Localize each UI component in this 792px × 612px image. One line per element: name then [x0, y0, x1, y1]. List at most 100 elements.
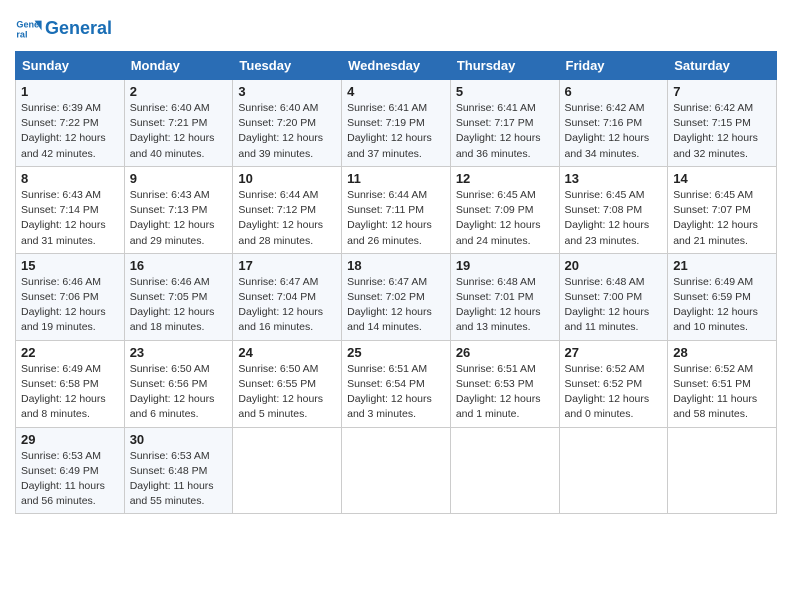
calendar-cell: 21 Sunrise: 6:49 AM Sunset: 6:59 PM Dayli… [668, 253, 777, 340]
calendar-cell: 16 Sunrise: 6:46 AM Sunset: 7:05 PM Dayli… [124, 253, 233, 340]
day-info: Sunrise: 6:39 AM Sunset: 7:22 PM Dayligh… [21, 101, 119, 162]
day-number: 1 [21, 84, 119, 99]
calendar-cell: 26 Sunrise: 6:51 AM Sunset: 6:53 PM Dayli… [450, 340, 559, 427]
calendar-cell: 4 Sunrise: 6:41 AM Sunset: 7:19 PM Daylig… [342, 80, 451, 167]
calendar-cell: 20 Sunrise: 6:48 AM Sunset: 7:00 PM Dayli… [559, 253, 668, 340]
calendar-cell: 24Sunrise: 6:50 AM Sunset: 6:55 PM Dayli… [233, 340, 342, 427]
calendar-cell: 13Sunrise: 6:45 AM Sunset: 7:08 PM Dayli… [559, 166, 668, 253]
day-info: Sunrise: 6:47 AM Sunset: 7:04 PM Dayligh… [238, 275, 336, 336]
logo-icon: Gene ral [15, 15, 43, 43]
day-info: Sunrise: 6:48 AM Sunset: 7:00 PM Dayligh… [565, 275, 663, 336]
day-info: Sunrise: 6:46 AM Sunset: 7:05 PM Dayligh… [130, 275, 228, 336]
calendar-cell: 23Sunrise: 6:50 AM Sunset: 6:56 PM Dayli… [124, 340, 233, 427]
calendar-cell [233, 427, 342, 514]
calendar-week-row: 8Sunrise: 6:43 AM Sunset: 7:14 PM Daylig… [16, 166, 777, 253]
day-info: Sunrise: 6:47 AM Sunset: 7:02 PM Dayligh… [347, 275, 445, 336]
weekday-row: SundayMondayTuesdayWednesdayThursdayFrid… [16, 52, 777, 80]
weekday-header: Friday [559, 52, 668, 80]
day-number: 4 [347, 84, 445, 99]
day-info: Sunrise: 6:40 AM Sunset: 7:21 PM Dayligh… [130, 101, 228, 162]
day-number: 5 [456, 84, 554, 99]
day-number: 3 [238, 84, 336, 99]
day-info: Sunrise: 6:49 AM Sunset: 6:59 PM Dayligh… [673, 275, 771, 336]
day-info: Sunrise: 6:42 AM Sunset: 7:15 PM Dayligh… [673, 101, 771, 162]
day-number: 12 [456, 171, 554, 186]
day-info: Sunrise: 6:45 AM Sunset: 7:09 PM Dayligh… [456, 188, 554, 249]
calendar-cell: 18 Sunrise: 6:47 AM Sunset: 7:02 PM Dayli… [342, 253, 451, 340]
day-number: 28 [673, 345, 771, 360]
calendar-cell: 27Sunrise: 6:52 AM Sunset: 6:52 PM Dayli… [559, 340, 668, 427]
day-number: 2 [130, 84, 228, 99]
weekday-header: Saturday [668, 52, 777, 80]
calendar-cell: 15Sunrise: 6:46 AM Sunset: 7:06 PM Dayli… [16, 253, 125, 340]
calendar-cell: 2 Sunrise: 6:40 AM Sunset: 7:21 PM Daylig… [124, 80, 233, 167]
calendar-week-row: 15Sunrise: 6:46 AM Sunset: 7:06 PM Dayli… [16, 253, 777, 340]
day-info: Sunrise: 6:45 AM Sunset: 7:08 PM Dayligh… [565, 188, 663, 249]
day-number: 26 [456, 345, 554, 360]
page-header: Gene ral General [15, 10, 777, 43]
calendar-cell: 29 Sunrise: 6:53 AM Sunset: 6:49 PM Dayli… [16, 427, 125, 514]
day-info: Sunrise: 6:43 AM Sunset: 7:14 PM Dayligh… [21, 188, 119, 249]
calendar-cell: 19Sunrise: 6:48 AM Sunset: 7:01 PM Dayli… [450, 253, 559, 340]
calendar-cell: 11 Sunrise: 6:44 AM Sunset: 7:11 PM Dayli… [342, 166, 451, 253]
day-number: 9 [130, 171, 228, 186]
day-number: 16 [130, 258, 228, 273]
logo: Gene ral General [15, 15, 112, 43]
calendar-cell: 17 Sunrise: 6:47 AM Sunset: 7:04 PM Dayli… [233, 253, 342, 340]
calendar-week-row: 1 Sunrise: 6:39 AM Sunset: 7:22 PM Daylig… [16, 80, 777, 167]
svg-text:ral: ral [16, 29, 27, 39]
day-number: 20 [565, 258, 663, 273]
day-number: 11 [347, 171, 445, 186]
calendar-cell: 1 Sunrise: 6:39 AM Sunset: 7:22 PM Daylig… [16, 80, 125, 167]
day-info: Sunrise: 6:45 AM Sunset: 7:07 PM Dayligh… [673, 188, 771, 249]
day-number: 19 [456, 258, 554, 273]
day-info: Sunrise: 6:52 AM Sunset: 6:51 PM Dayligh… [673, 362, 771, 423]
calendar-body: 1 Sunrise: 6:39 AM Sunset: 7:22 PM Daylig… [16, 80, 777, 514]
day-number: 6 [565, 84, 663, 99]
day-info: Sunrise: 6:41 AM Sunset: 7:19 PM Dayligh… [347, 101, 445, 162]
day-number: 18 [347, 258, 445, 273]
day-number: 25 [347, 345, 445, 360]
day-number: 27 [565, 345, 663, 360]
calendar-cell [559, 427, 668, 514]
day-info: Sunrise: 6:44 AM Sunset: 7:11 PM Dayligh… [347, 188, 445, 249]
day-info: Sunrise: 6:53 AM Sunset: 6:48 PM Dayligh… [130, 449, 228, 510]
day-info: Sunrise: 6:53 AM Sunset: 6:49 PM Dayligh… [21, 449, 119, 510]
calendar-cell: 12 Sunrise: 6:45 AM Sunset: 7:09 PM Dayli… [450, 166, 559, 253]
calendar-cell [342, 427, 451, 514]
day-number: 17 [238, 258, 336, 273]
calendar-cell: 22 Sunrise: 6:49 AM Sunset: 6:58 PM Dayli… [16, 340, 125, 427]
calendar-cell: 9 Sunrise: 6:43 AM Sunset: 7:13 PM Daylig… [124, 166, 233, 253]
day-number: 29 [21, 432, 119, 447]
day-number: 14 [673, 171, 771, 186]
logo-text-general: General [45, 18, 112, 38]
calendar-cell: 30 Sunrise: 6:53 AM Sunset: 6:48 PM Dayli… [124, 427, 233, 514]
calendar-cell: 3 Sunrise: 6:40 AM Sunset: 7:20 PM Daylig… [233, 80, 342, 167]
day-info: Sunrise: 6:50 AM Sunset: 6:55 PM Dayligh… [238, 362, 336, 423]
day-info: Sunrise: 6:51 AM Sunset: 6:54 PM Dayligh… [347, 362, 445, 423]
calendar-header: SundayMondayTuesdayWednesdayThursdayFrid… [16, 52, 777, 80]
day-info: Sunrise: 6:50 AM Sunset: 6:56 PM Dayligh… [130, 362, 228, 423]
day-info: Sunrise: 6:43 AM Sunset: 7:13 PM Dayligh… [130, 188, 228, 249]
weekday-header: Monday [124, 52, 233, 80]
calendar-cell [668, 427, 777, 514]
day-number: 10 [238, 171, 336, 186]
weekday-header: Sunday [16, 52, 125, 80]
weekday-header: Tuesday [233, 52, 342, 80]
calendar-cell: 14 Sunrise: 6:45 AM Sunset: 7:07 PM Dayli… [668, 166, 777, 253]
day-info: Sunrise: 6:41 AM Sunset: 7:17 PM Dayligh… [456, 101, 554, 162]
calendar-table: SundayMondayTuesdayWednesdayThursdayFrid… [15, 51, 777, 514]
calendar-cell: 7Sunrise: 6:42 AM Sunset: 7:15 PM Daylig… [668, 80, 777, 167]
day-number: 21 [673, 258, 771, 273]
day-info: Sunrise: 6:49 AM Sunset: 6:58 PM Dayligh… [21, 362, 119, 423]
day-number: 30 [130, 432, 228, 447]
calendar-cell: 6Sunrise: 6:42 AM Sunset: 7:16 PM Daylig… [559, 80, 668, 167]
day-number: 22 [21, 345, 119, 360]
day-info: Sunrise: 6:51 AM Sunset: 6:53 PM Dayligh… [456, 362, 554, 423]
calendar-week-row: 29 Sunrise: 6:53 AM Sunset: 6:49 PM Dayli… [16, 427, 777, 514]
day-info: Sunrise: 6:44 AM Sunset: 7:12 PM Dayligh… [238, 188, 336, 249]
calendar-cell: 5 Sunrise: 6:41 AM Sunset: 7:17 PM Daylig… [450, 80, 559, 167]
calendar-cell: 8Sunrise: 6:43 AM Sunset: 7:14 PM Daylig… [16, 166, 125, 253]
day-info: Sunrise: 6:40 AM Sunset: 7:20 PM Dayligh… [238, 101, 336, 162]
weekday-header: Thursday [450, 52, 559, 80]
